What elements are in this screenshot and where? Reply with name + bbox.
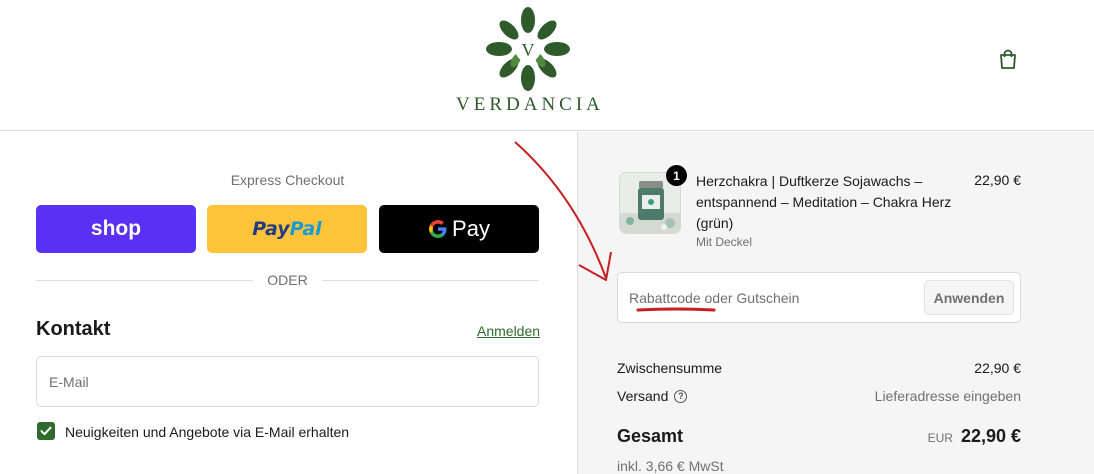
paypal-logo-part2: Pal [289, 218, 322, 240]
divider-text: ODER [267, 272, 308, 288]
google-pay-button[interactable]: Pay [379, 205, 539, 253]
brand-name: VERDANCIA [456, 94, 604, 115]
divider-line-right [321, 279, 540, 281]
shipping-label-group: Versand ? [617, 388, 688, 404]
product-variant: Mit Deckel [696, 235, 753, 249]
shop-pay-label: shop [90, 217, 142, 240]
shipping-label: Versand [617, 388, 669, 404]
subtotal-label: Zwischensumme [617, 360, 723, 376]
tax-note: inkl. 3,66 € MwSt [617, 458, 724, 474]
newsletter-checkbox[interactable] [37, 422, 55, 440]
subtotal-row: Zwischensumme 22,90 € [617, 360, 1021, 376]
shipping-row: Versand ? Lieferadresse eingeben [617, 388, 1021, 404]
total-row: Gesamt EUR 22,90 € [617, 426, 1021, 447]
discount-code-box: Anwenden [617, 272, 1021, 323]
checkmark-icon [40, 426, 52, 436]
login-link[interactable]: Anmelden [477, 323, 540, 339]
contact-heading: Kontakt [36, 318, 111, 340]
product-title: Herzchakra | Duftkerze Sojawachs – entsp… [696, 173, 952, 231]
shop-pay-button[interactable]: shop [36, 205, 196, 253]
shopping-bag-icon[interactable] [997, 48, 1019, 70]
order-summary: 1 Herzchakra | Duftkerze Sojawachs – ent… [577, 132, 1094, 474]
shipping-value: Lieferadresse eingeben [874, 388, 1021, 404]
paypal-logo: PayPal [252, 218, 321, 240]
divider-line-left [36, 279, 254, 281]
leaf-mandala-logo-icon: V [486, 7, 570, 91]
total-label: Gesamt [617, 426, 684, 446]
google-pay-label: Pay [452, 216, 490, 241]
paypal-button[interactable]: PayPal [207, 205, 367, 253]
quantity-badge: 1 [666, 165, 687, 186]
subtotal-value: 22,90 € [974, 360, 1021, 376]
logo-monogram: V [522, 40, 535, 60]
express-divider: ODER [36, 271, 540, 289]
email-field[interactable] [36, 356, 539, 407]
google-g-icon [429, 220, 447, 238]
help-icon[interactable]: ? [674, 389, 688, 403]
site-header: V VERDANCIA [0, 0, 1094, 131]
checkout-main: Express Checkout shop PayPal Pay ODER Ko… [0, 132, 577, 474]
brand-logo[interactable]: V VERDANCIA [456, 6, 604, 115]
express-checkout-title: Express Checkout [230, 172, 345, 188]
discount-code-input[interactable] [629, 273, 909, 322]
apply-discount-button[interactable]: Anwenden [924, 280, 1014, 315]
total-value: 22,90 € [960, 426, 1021, 446]
paypal-logo-part1: Pay [252, 218, 290, 240]
newsletter-label: Neuigkeiten und Angebote via E-Mail erha… [65, 424, 350, 440]
product-price: 22,90 € [974, 172, 1021, 188]
total-amount-group: EUR 22,90 € [928, 426, 1021, 447]
currency-code: EUR [927, 431, 953, 445]
